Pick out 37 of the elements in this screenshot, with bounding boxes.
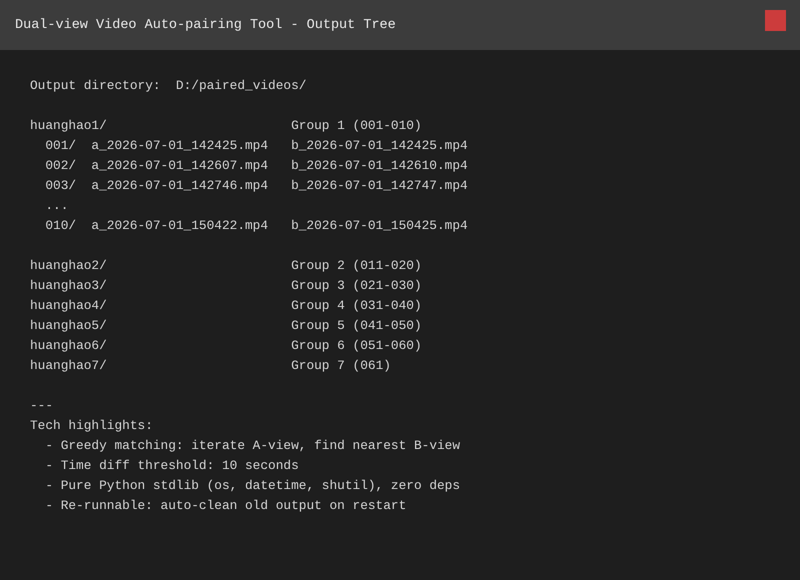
folder-name: huanghao7/ [30, 357, 108, 375]
window-title: Dual-view Video Auto-pairing Tool - Output Tree [15, 18, 396, 32]
highlight-item: - Pure Python stdlib (os, datetime, shutil), zero deps [45, 477, 460, 495]
group-label: Group 4 (031-040) [291, 297, 422, 315]
file-name: b_2026-07-01_142610.mp4 [291, 157, 468, 175]
highlight-item: - Greedy matching: iterate A-view, find nearest B-view [45, 437, 460, 455]
separator-text: --- [30, 397, 54, 415]
group-label: Group 6 (051-060) [291, 337, 422, 355]
file-name: a_2026-07-01_150422.mp4 [91, 217, 270, 235]
folder-name: huanghao1/ [30, 117, 108, 135]
group-label: Group 5 (041-050) [291, 317, 422, 335]
file-name: b_2026-07-01_150425.mp4 [291, 217, 468, 235]
file-name: b_2026-07-01_142425.mp4 [291, 137, 468, 155]
highlight-item: - Time diff threshold: 10 seconds [45, 457, 299, 475]
ellipsis: ... [45, 197, 68, 215]
folder-index: 010/ [45, 217, 78, 235]
group-label: Group 1 (001-010) [291, 117, 422, 135]
file-name: a_2026-07-01_142746.mp4 [91, 177, 270, 195]
highlight-item: - Re-runnable: auto-clean old output on restart [45, 497, 406, 515]
folder-name: huanghao6/ [30, 337, 108, 355]
folder-name: huanghao2/ [30, 257, 108, 275]
group-label: Group 2 (011-020) [291, 257, 422, 275]
folder-name: huanghao3/ [30, 277, 108, 295]
folder-index: 003/ [45, 177, 78, 195]
file-name: b_2026-07-01_142747.mp4 [291, 177, 468, 195]
group-label: Group 3 (021-030) [291, 277, 422, 295]
output-directory-path: D:/paired_videos/ [176, 77, 306, 95]
folder-index: 001/ [45, 137, 78, 155]
output-directory-label: Output directory: [30, 77, 161, 95]
folder-name: huanghao4/ [30, 297, 108, 315]
file-name: a_2026-07-01_142425.mp4 [91, 137, 270, 155]
folder-index: 002/ [45, 157, 78, 175]
file-name: a_2026-07-01_142607.mp4 [91, 157, 270, 175]
folder-name: huanghao5/ [30, 317, 108, 335]
close-button[interactable] [765, 10, 786, 30]
group-label: Group 7 (061) [291, 357, 391, 375]
highlights-title: Tech highlights: [30, 417, 153, 435]
